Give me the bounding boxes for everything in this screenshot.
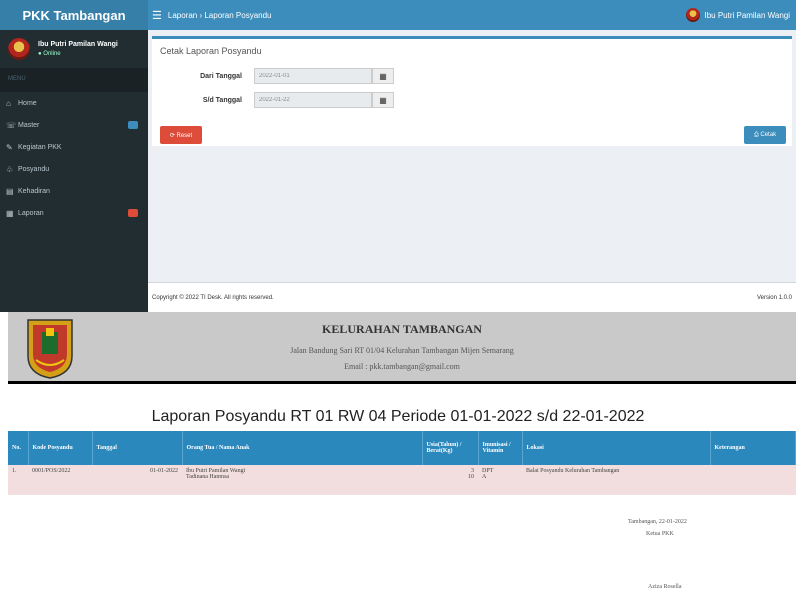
child-icon: ♧: [6, 164, 14, 174]
sign-place-date: Tambangan, 22-01-2022: [628, 519, 687, 525]
sidebar-item-kehadiran[interactable]: ▤ Kehadiran: [0, 180, 148, 202]
top-navbar: PKK Tambangan ☰ Laporan › Laporan Posyan…: [0, 0, 796, 30]
table-header-row: No. Kode Posyandu Tanggal Orang Tua / Na…: [8, 431, 796, 465]
to-date-label: S/d Tanggal: [202, 96, 242, 104]
table-row: 1. 0001/POS/2022 01-01-2022 Ibu Putri Pa…: [8, 465, 796, 495]
cell-berat: 10: [468, 474, 474, 480]
report-letterhead: KELURAHAN TAMBANGAN Jalan Bandung Sari R…: [8, 312, 796, 384]
box-title: Cetak Laporan Posyandu: [160, 46, 262, 56]
cell-keterangan: [710, 465, 796, 495]
sidebar-item-label: Home: [18, 99, 37, 107]
sidebar-item-label: Master: [18, 121, 40, 129]
kelurahan-name: KELURAHAN TAMBANGAN: [322, 322, 482, 336]
print-report-box: Cetak Laporan Posyandu Dari Tanggal ▦ S/…: [152, 36, 792, 146]
to-date-row: S/d Tanggal ▦: [152, 92, 394, 108]
cell-lokasi: Balai Posyandu Kelurahan Tambangan: [522, 465, 710, 495]
from-date-label: Dari Tanggal: [200, 72, 242, 80]
col-usia-berat: Usia(Tahun) / Berat(Kg): [422, 431, 479, 465]
col-tanggal: Tanggal: [92, 431, 183, 465]
from-date-row: Dari Tanggal ▦: [152, 68, 394, 84]
to-date-input[interactable]: [254, 92, 372, 108]
avatar: [8, 38, 30, 60]
sidebar-item-label: Laporan: [18, 209, 44, 217]
kelurahan-email: Email : pkk.tambangan@gmail.com: [344, 362, 460, 371]
report-table: No. Kode Posyandu Tanggal Orang Tua / Na…: [8, 431, 796, 495]
content-wrapper: Cetak Laporan Posyandu Dari Tanggal ▦ S/…: [148, 30, 796, 282]
cell-tanggal: 01-01-2022: [92, 465, 182, 495]
signer-name: Aziza Rosella: [648, 584, 682, 590]
calendar-icon[interactable]: ▦: [372, 68, 394, 84]
cell-imunisasi-vitamin: DPT A: [478, 465, 522, 495]
user-menu[interactable]: Ibu Putri Pamilan Wangi: [686, 0, 790, 30]
pencil-icon: ✎: [6, 142, 13, 152]
cell-ortu-anak: Ibu Putri Pamilan Wangi Tadinana Hanmsa: [182, 465, 422, 495]
sidebar-item-kegiatan[interactable]: ✎ Kegiatan PKK: [0, 136, 148, 158]
cell-anak: Tadinana Hanmsa: [186, 474, 230, 480]
phone-icon: ☏: [6, 120, 17, 130]
reset-button[interactable]: ⟳ Reset: [160, 126, 202, 144]
footer: Copyright © 2022 TI Desk. All rights res…: [148, 282, 796, 312]
home-icon: ⌂: [6, 98, 11, 108]
cell-no: 1.: [8, 465, 28, 495]
breadcrumb-text: Laporan › Laporan Posyandu: [167, 10, 272, 20]
user-status: ● Online: [38, 51, 61, 57]
col-keterangan: Keterangan: [710, 431, 796, 465]
sidebar-item-label: Kegiatan PKK: [18, 143, 62, 151]
sidebar-header: MENU: [0, 68, 148, 92]
sign-title: Ketua PKK: [646, 531, 674, 537]
report-title: Laporan Posyandu RT 01 RW 04 Periode 01-…: [151, 408, 645, 425]
sidebar-item-master[interactable]: ☏ Master: [0, 114, 148, 136]
col-kode: Kode Posyandu: [28, 431, 93, 465]
user-panel: Ibu Putri Pamilan Wangi ● Online: [0, 30, 148, 68]
col-ortu-anak: Orang Tua / Nama Anak: [182, 431, 423, 465]
col-no: No.: [8, 431, 29, 465]
breadcrumb: ☰ Laporan › Laporan Posyandu: [152, 0, 272, 30]
cell-kode: 0001/POS/2022: [28, 465, 92, 495]
cell-usia-berat: 3 10: [422, 465, 478, 495]
list-icon: ▤: [6, 186, 14, 196]
sidebar-item-label: Kehadiran: [18, 187, 50, 195]
master-badge: [128, 121, 138, 129]
from-date-input[interactable]: [254, 68, 372, 84]
report-icon: ▦: [6, 208, 14, 218]
col-lokasi: Lokasi: [522, 431, 711, 465]
sidebar-item-label: Posyandu: [18, 165, 50, 173]
cell-vitamin: A: [482, 474, 487, 480]
col-imunisasi-vitamin: Imunisasi / Vitamin: [478, 431, 523, 465]
app-brand[interactable]: PKK Tambangan: [0, 0, 148, 30]
version-text: Version 1.0.0: [756, 294, 792, 301]
menu-toggle-icon[interactable]: ☰: [152, 9, 162, 22]
sidebar-item-laporan[interactable]: ▦ Laporan: [0, 202, 148, 224]
copyright-text: Copyright © 2022 TI Desk. All rights res…: [152, 294, 274, 301]
calendar-icon[interactable]: ▦: [372, 92, 394, 108]
laporan-badge: [128, 209, 138, 217]
sidebar-user-name: Ibu Putri Pamilan Wangi: [38, 41, 118, 48]
avatar-icon: [686, 8, 701, 22]
print-button[interactable]: ⎙ Cetak: [744, 126, 786, 144]
kelurahan-address: Jalan Bandung Sari RT 01/04 Kelurahan Ta…: [290, 346, 514, 355]
sidebar-item-home[interactable]: ⌂ Home: [0, 92, 148, 114]
sidebar-item-posyandu[interactable]: ♧ Posyandu: [0, 158, 148, 180]
sidebar: Ibu Putri Pamilan Wangi ● Online MENU ⌂ …: [0, 30, 148, 312]
user-menu-name: Ibu Putri Pamilan Wangi: [704, 10, 790, 20]
